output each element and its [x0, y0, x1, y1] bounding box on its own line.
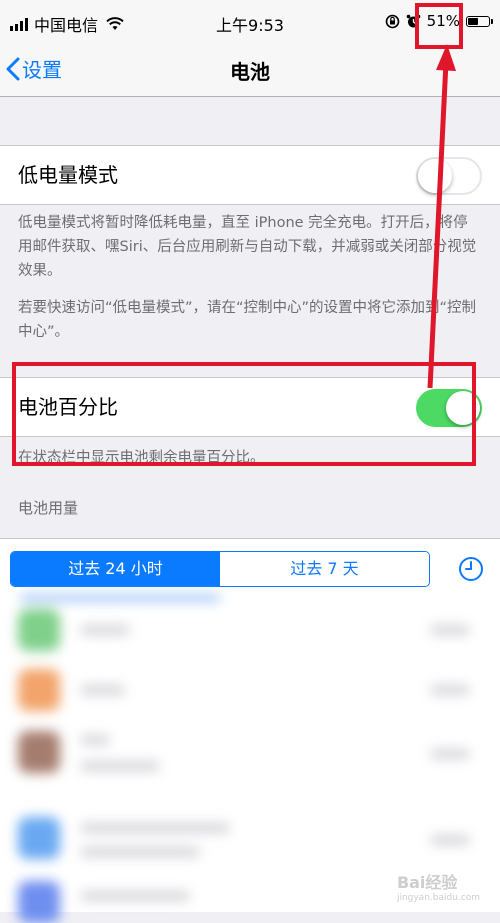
annotation-arrow [427, 44, 456, 389]
watermark-logo: Bai经验 jingyan.baidu.com [397, 869, 480, 903]
watermark-brand: Bai经验 [396, 873, 458, 892]
watermark-url: jingyan.baidu.com [396, 893, 480, 903]
